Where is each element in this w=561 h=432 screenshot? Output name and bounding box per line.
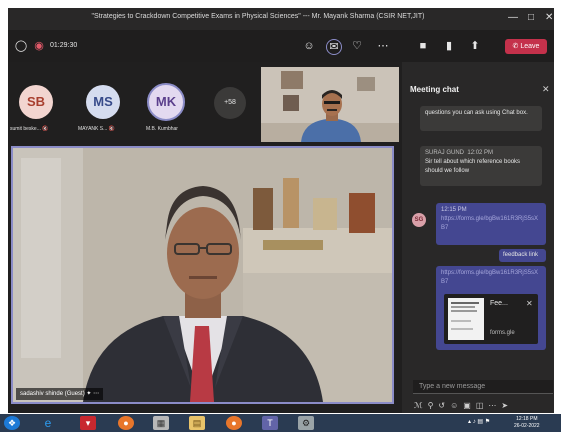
teams-icon[interactable]: T	[262, 416, 278, 430]
link-preview-title: Fee...	[490, 300, 508, 307]
tray-arrow-icon[interactable]: ▴	[468, 419, 471, 425]
send-icon[interactable]: ➤	[501, 401, 513, 410]
presentation-icon[interactable]: ▦	[153, 416, 169, 430]
browser-icon[interactable]: ●	[226, 416, 242, 430]
leave-button[interactable]: ✆ Leave	[505, 39, 547, 54]
link-preview-card[interactable]: Fee... ✕ forms.gle	[444, 294, 538, 344]
speaker-name-badge: sadashiv shinde (Guest) ✦ ⋯	[16, 388, 104, 400]
message-time: 12:02 PM	[467, 150, 494, 156]
chat-title: Meeting chat	[410, 85, 459, 94]
pdf-reader-icon[interactable]: ▾	[80, 416, 96, 430]
message-input[interactable]: Type a new message	[413, 380, 553, 394]
minimize-icon[interactable]: —	[508, 12, 518, 23]
mic-icon[interactable]: ▮	[442, 39, 456, 53]
maximize-icon[interactable]: □	[528, 12, 534, 23]
link-preview-thumbnail	[448, 298, 484, 340]
preview-close-icon[interactable]: ✕	[526, 299, 533, 308]
pin-icon[interactable]: ✦	[86, 391, 91, 397]
internet-explorer-icon[interactable]: e	[40, 416, 56, 430]
link-preview-domain: forms.gle	[490, 330, 515, 336]
participant-name-2: MAYANK S... 🔇	[78, 126, 115, 132]
avatar-participant-1[interactable]: SB	[19, 85, 53, 119]
teams-meeting-window: "Strategies to Crackdown Competitive Exa…	[8, 8, 554, 413]
share-icon[interactable]: ⬆	[468, 39, 482, 53]
loop-icon[interactable]: ↺	[438, 401, 450, 410]
speaker-video-image	[13, 148, 392, 402]
windows-taskbar: ❖ e ▾ ● ▦ ▤ ● T ⚙ ▴ ♪ ▤ ⚑ 12:18 PM 26-02…	[0, 414, 561, 432]
more-icon[interactable]: ⋯	[488, 401, 501, 410]
meeting-timer: 01:29:30	[50, 42, 78, 49]
leave-label: Leave	[520, 43, 540, 50]
presenter-video-image	[261, 67, 399, 142]
participant-name-1: sumit beske... 🔇	[10, 126, 49, 132]
gif-icon[interactable]: ▣	[463, 401, 476, 410]
clock-time: 12:18 PM	[516, 416, 538, 422]
system-tray: ▴ ♪ ▤ ⚑	[468, 418, 490, 425]
more-options-icon[interactable]: ⋯	[93, 391, 99, 397]
flag-icon[interactable]: ⚑	[485, 419, 490, 425]
participants-icon[interactable]: ☺	[302, 39, 316, 53]
compose-toolbar: ℳ⚲↺☺▣◫⋯➤	[414, 401, 513, 410]
forms-link[interactable]: https://forms.gle/bgBw161R3RjS5sXB7	[441, 270, 538, 285]
more-participants-button[interactable]: +58	[214, 87, 246, 119]
start-icon[interactable]: ❖	[4, 416, 20, 430]
reactions-icon[interactable]: ♡	[350, 39, 364, 53]
chat-message-4: feedback link	[499, 249, 546, 262]
record-icon: ◉	[34, 40, 44, 52]
more-icon[interactable]: ⋯	[376, 39, 390, 53]
avatar-suraj-gund: SG	[412, 213, 426, 227]
main-speaker-video[interactable]: sadashiv shinde (Guest) ✦ ⋯	[11, 146, 394, 404]
title-bar: "Strategies to Crackdown Competitive Exa…	[8, 8, 554, 30]
tool-icon[interactable]: ⚙	[298, 416, 314, 430]
forms-link[interactable]: https://forms.gle/bgBw161R3RjS5sXB7	[441, 216, 538, 231]
participant-name-3: M.B. Kumbhar	[146, 126, 178, 132]
camera-icon[interactable]: ■	[416, 39, 430, 53]
message-author: SURAJ GUND	[425, 150, 465, 156]
clock-date: 26-02-2022	[514, 423, 540, 429]
window-title: "Strategies to Crackdown Competitive Exa…	[91, 13, 425, 20]
shield-icon: ◯	[14, 40, 28, 52]
close-icon[interactable]: ✕	[545, 12, 553, 23]
avatar-participant-2[interactable]: MS	[86, 85, 120, 119]
phone-icon: ✆	[512, 43, 519, 50]
mic-off-icon: 🔇	[42, 126, 49, 132]
taskbar-clock[interactable]: 12:18 PM 26-02-2022	[514, 416, 540, 430]
volume-icon[interactable]: ♪	[473, 419, 476, 425]
meeting-toolbar: ◯ ◉ 01:29:30 ☺ ✉ ♡ ⋯ ■ ▮ ⬆ ✆ Leave	[8, 30, 554, 62]
file-explorer-icon[interactable]: ▤	[189, 416, 205, 430]
mic-off-icon: 🔇	[108, 126, 115, 132]
media-player-icon[interactable]: ●	[118, 416, 134, 430]
chat-message-1: questions you can ask using Chat box.	[420, 106, 542, 131]
attach-icon[interactable]: ⚲	[428, 401, 439, 410]
presenter-thumbnail-video[interactable]	[261, 67, 399, 142]
chat-icon[interactable]: ✉	[326, 39, 342, 55]
sticker-icon[interactable]: ◫	[476, 401, 489, 410]
format-icon[interactable]: ℳ	[414, 401, 428, 410]
chat-message-2: SURAJ GUND 12:02 PM Sir tell about which…	[420, 146, 542, 186]
avatar-participant-3[interactable]: MK	[147, 83, 185, 121]
chat-close-icon[interactable]: ✕	[542, 84, 550, 95]
network-icon[interactable]: ▤	[477, 419, 483, 425]
message-time: 12:15 PM	[441, 207, 467, 213]
emoji-icon[interactable]: ☺	[450, 401, 463, 410]
chat-message-3: 12:15 PM https://forms.gle/bgBw161R3RjS5…	[436, 203, 546, 245]
